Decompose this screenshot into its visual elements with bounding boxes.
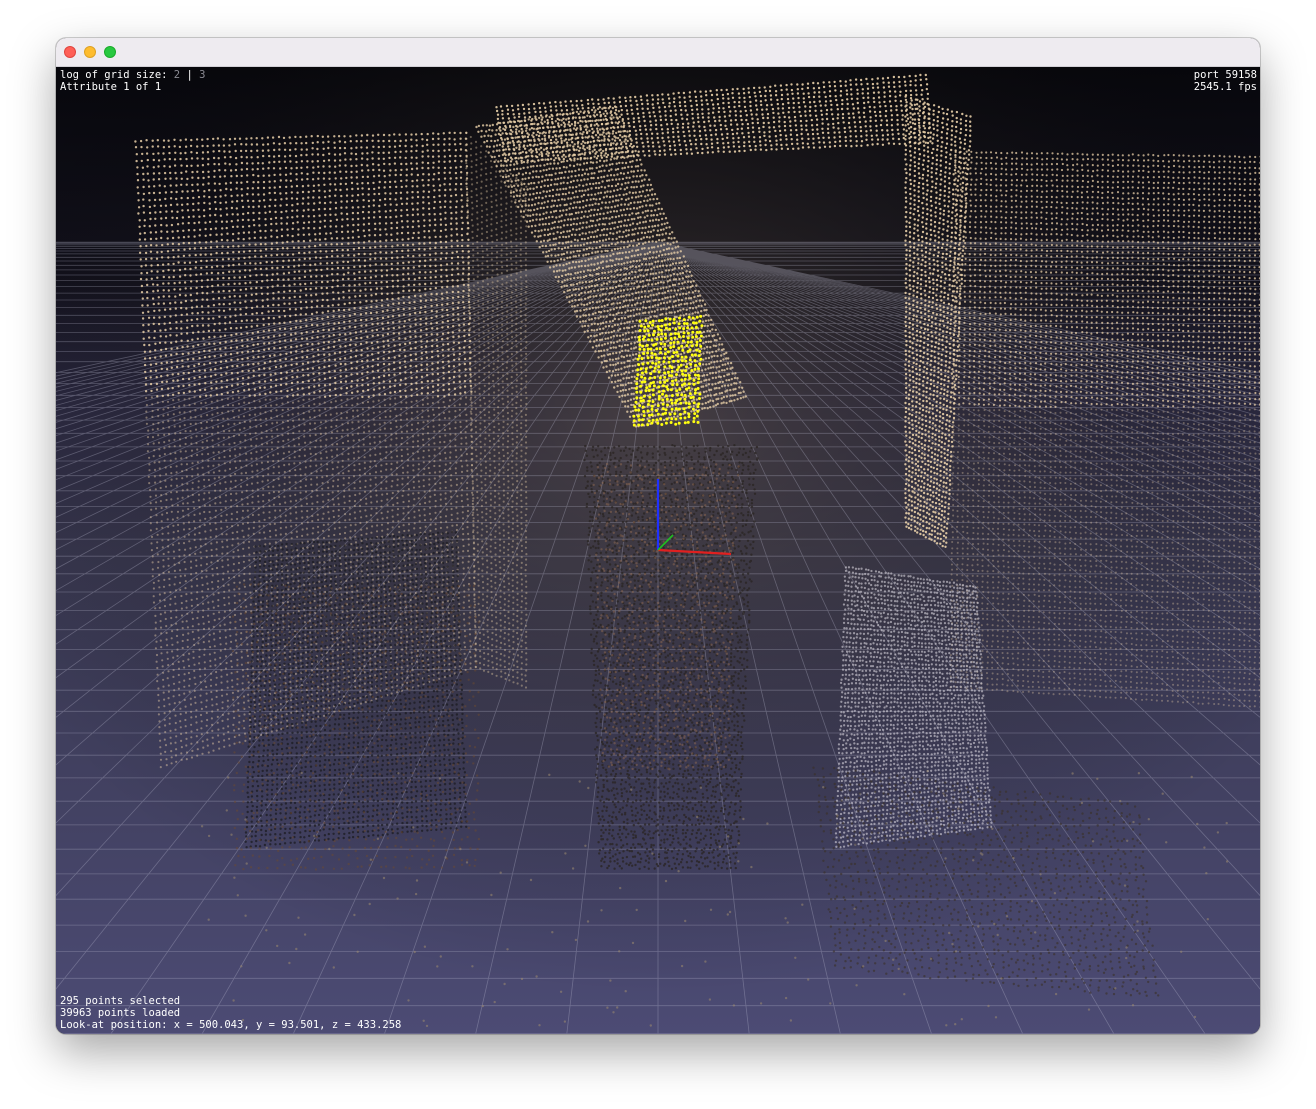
port-label: port 59158 <box>1193 69 1257 81</box>
grid-size-value-1[interactable]: 2 <box>174 69 180 81</box>
point-cloud-canvas[interactable] <box>56 67 1260 1034</box>
grid-size-separator: | <box>186 69 193 81</box>
fps-label: 2545.1 fps <box>1193 81 1257 93</box>
grid-info: log of grid size: 2 | 3 Attribute 1 of 1 <box>60 69 205 93</box>
selection-info: 295 points selected 39963 points loaded … <box>60 995 401 1031</box>
minimize-button[interactable] <box>84 46 96 58</box>
title-bar[interactable] <box>56 38 1260 67</box>
zoom-button[interactable] <box>104 46 116 58</box>
points-loaded-label: 39963 points loaded <box>60 1007 181 1019</box>
grid-size-value-2[interactable]: 3 <box>199 69 205 81</box>
attribute-label: Attribute 1 of 1 <box>60 81 162 93</box>
lookat-position-label: Look-at position: x = 500.043, y = 93.50… <box>60 1019 402 1031</box>
grid-size-label: log of grid size: <box>60 69 168 81</box>
close-button[interactable] <box>64 46 76 58</box>
points-selected-label: 295 points selected <box>60 995 181 1007</box>
viewer-window: log of grid size: 2 | 3 Attribute 1 of 1… <box>56 38 1260 1034</box>
point-cloud-viewport[interactable]: log of grid size: 2 | 3 Attribute 1 of 1… <box>56 67 1260 1034</box>
status-info: port 59158 2545.1 fps <box>1194 69 1257 93</box>
